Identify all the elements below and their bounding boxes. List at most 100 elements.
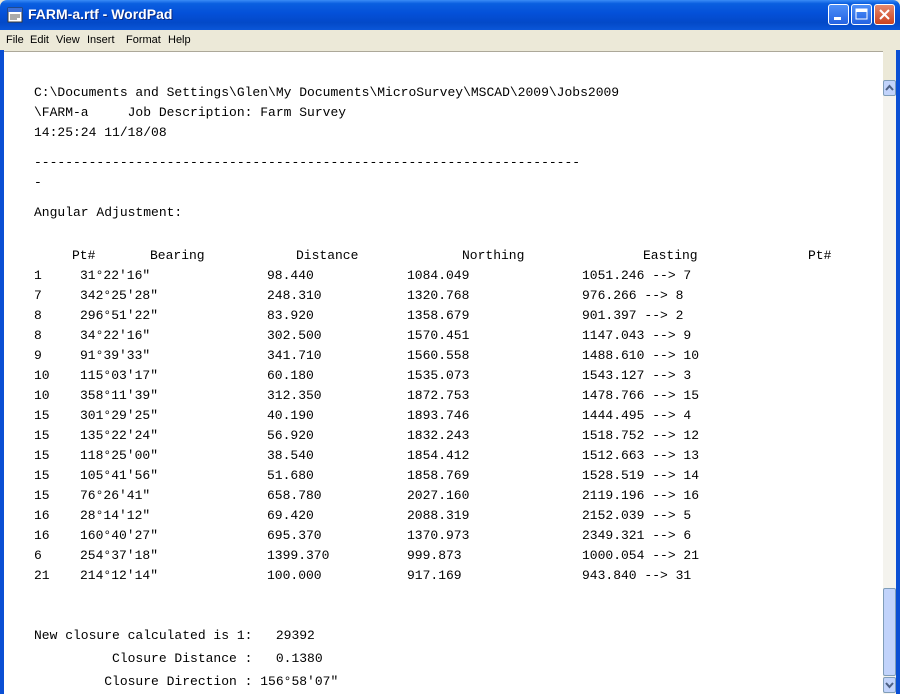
scroll-down-button[interactable] bbox=[883, 677, 896, 693]
cell-distance: 83.920 bbox=[267, 308, 314, 323]
wordpad-app-icon bbox=[7, 7, 23, 23]
doc-separator: ----------------------------------------… bbox=[34, 155, 581, 170]
cell-easting: 901.397 --> 2 bbox=[582, 308, 684, 323]
menu-view[interactable]: View bbox=[56, 34, 80, 46]
cell-bearing: 160°40'27" bbox=[80, 528, 159, 543]
cell-bearing: 31°22'16" bbox=[80, 268, 151, 283]
cell-pt: 15 bbox=[34, 448, 50, 463]
cell-northing: 1370.973 bbox=[407, 528, 470, 543]
cell-easting: 1528.519 --> 14 bbox=[582, 468, 700, 483]
minimize-icon bbox=[834, 17, 841, 20]
cell-northing: 1570.451 bbox=[407, 328, 470, 343]
menu-format[interactable]: Format bbox=[126, 34, 161, 46]
cell-distance: 312.350 bbox=[267, 388, 322, 403]
cell-northing: 1872.753 bbox=[407, 388, 470, 403]
cell-bearing: 118°25'00" bbox=[80, 448, 159, 463]
cell-bearing: 105°41'56" bbox=[80, 468, 159, 483]
cell-pt: 1 bbox=[34, 268, 42, 283]
cell-northing: 1358.679 bbox=[407, 308, 470, 323]
doc-path-line: C:\Documents and Settings\Glen\My Docume… bbox=[34, 85, 620, 100]
cell-distance: 100.000 bbox=[267, 568, 322, 583]
window-title: FARM-a.rtf - WordPad bbox=[28, 6, 173, 22]
cell-distance: 695.370 bbox=[267, 528, 322, 543]
doc-job-line: \FARM-a Job Description: Farm Survey bbox=[34, 105, 347, 120]
cell-northing: 1858.769 bbox=[407, 468, 470, 483]
cell-easting: 976.266 --> 8 bbox=[582, 288, 684, 303]
cell-easting: 1000.054 --> 21 bbox=[582, 548, 700, 563]
col-header-easting: Easting bbox=[643, 248, 698, 263]
cell-distance: 1399.370 bbox=[267, 548, 330, 563]
col-header-northing: Northing bbox=[462, 248, 525, 263]
cell-northing: 1535.073 bbox=[407, 368, 470, 383]
cell-bearing: 28°14'12" bbox=[80, 508, 151, 523]
chevron-up-icon bbox=[885, 84, 894, 91]
cell-easting: 1543.127 --> 3 bbox=[582, 368, 692, 383]
cell-distance: 40.190 bbox=[267, 408, 314, 423]
cell-northing: 917.169 bbox=[407, 568, 462, 583]
cell-bearing: 358°11'39" bbox=[80, 388, 159, 403]
cell-pt: 16 bbox=[34, 508, 50, 523]
cell-distance: 51.680 bbox=[267, 468, 314, 483]
cell-easting: 1512.663 --> 13 bbox=[582, 448, 700, 463]
cell-pt: 15 bbox=[34, 428, 50, 443]
doc-separator-tail: - bbox=[34, 175, 42, 190]
cell-bearing: 135°22'24" bbox=[80, 428, 159, 443]
cell-pt: 6 bbox=[34, 548, 42, 563]
doc-timestamp: 14:25:24 11/18/08 bbox=[34, 125, 167, 140]
menu-insert[interactable]: Insert bbox=[87, 34, 115, 46]
menu-file[interactable]: File bbox=[6, 34, 24, 46]
cell-pt: 9 bbox=[34, 348, 42, 363]
cell-easting: 1051.246 --> 7 bbox=[582, 268, 692, 283]
cell-pt: 7 bbox=[34, 288, 42, 303]
menu-edit[interactable]: Edit bbox=[30, 34, 49, 46]
cell-distance: 302.500 bbox=[267, 328, 322, 343]
cell-northing: 999.873 bbox=[407, 548, 462, 563]
cell-northing: 1084.049 bbox=[407, 268, 470, 283]
cell-easting: 1518.752 --> 12 bbox=[582, 428, 700, 443]
cell-bearing: 254°37'18" bbox=[80, 548, 159, 563]
cell-distance: 56.920 bbox=[267, 428, 314, 443]
cell-pt: 15 bbox=[34, 408, 50, 423]
col-header-pt: Pt# bbox=[72, 248, 96, 263]
cell-bearing: 34°22'16" bbox=[80, 328, 151, 343]
closure-direction-line: Closure Direction : 156°58'07" bbox=[34, 674, 339, 689]
cell-northing: 2088.319 bbox=[407, 508, 470, 523]
cell-distance: 69.420 bbox=[267, 508, 314, 523]
menu-bar: File Edit View Insert Format Help bbox=[0, 30, 900, 50]
cell-distance: 38.540 bbox=[267, 448, 314, 463]
cell-easting: 2152.039 --> 5 bbox=[582, 508, 692, 523]
minimize-button[interactable] bbox=[828, 4, 849, 25]
col-header-pt2: Pt# bbox=[808, 248, 832, 263]
cell-easting: 2119.196 --> 16 bbox=[582, 488, 700, 503]
close-icon bbox=[879, 9, 890, 20]
doc-heading: Angular Adjustment: bbox=[34, 205, 183, 220]
cell-pt: 15 bbox=[34, 468, 50, 483]
cell-northing: 1832.243 bbox=[407, 428, 470, 443]
cell-bearing: 342°25'28" bbox=[80, 288, 159, 303]
cell-pt: 8 bbox=[34, 308, 42, 323]
cell-easting: 1478.766 --> 15 bbox=[582, 388, 700, 403]
cell-bearing: 91°39'33" bbox=[80, 348, 151, 363]
cell-easting: 1444.495 --> 4 bbox=[582, 408, 692, 423]
close-button[interactable] bbox=[874, 4, 895, 25]
maximize-icon bbox=[855, 8, 868, 20]
chevron-down-icon bbox=[885, 682, 894, 689]
title-bar[interactable]: FARM-a.rtf - WordPad bbox=[0, 0, 900, 30]
cell-easting: 943.840 --> 31 bbox=[582, 568, 692, 583]
scroll-thumb[interactable] bbox=[883, 588, 896, 676]
cell-northing: 1893.746 bbox=[407, 408, 470, 423]
wordpad-window: FARM-a.rtf - WordPad File Edit View Inse… bbox=[0, 0, 900, 694]
closure-ratio-line: New closure calculated is 1: 29392 bbox=[34, 628, 315, 643]
cell-easting: 1147.043 --> 9 bbox=[582, 328, 692, 343]
cell-pt: 10 bbox=[34, 388, 50, 403]
cell-easting: 2349.321 --> 6 bbox=[582, 528, 692, 543]
cell-distance: 341.710 bbox=[267, 348, 322, 363]
scroll-up-button[interactable] bbox=[883, 80, 896, 96]
maximize-button[interactable] bbox=[851, 4, 872, 25]
cell-distance: 658.780 bbox=[267, 488, 322, 503]
closure-distance-line: Closure Distance : 0.1380 bbox=[34, 651, 323, 666]
document-area[interactable]: C:\Documents and Settings\Glen\My Docume… bbox=[4, 51, 883, 694]
cell-bearing: 214°12'14" bbox=[80, 568, 159, 583]
menu-help[interactable]: Help bbox=[168, 34, 191, 46]
cell-bearing: 296°51'22" bbox=[80, 308, 159, 323]
